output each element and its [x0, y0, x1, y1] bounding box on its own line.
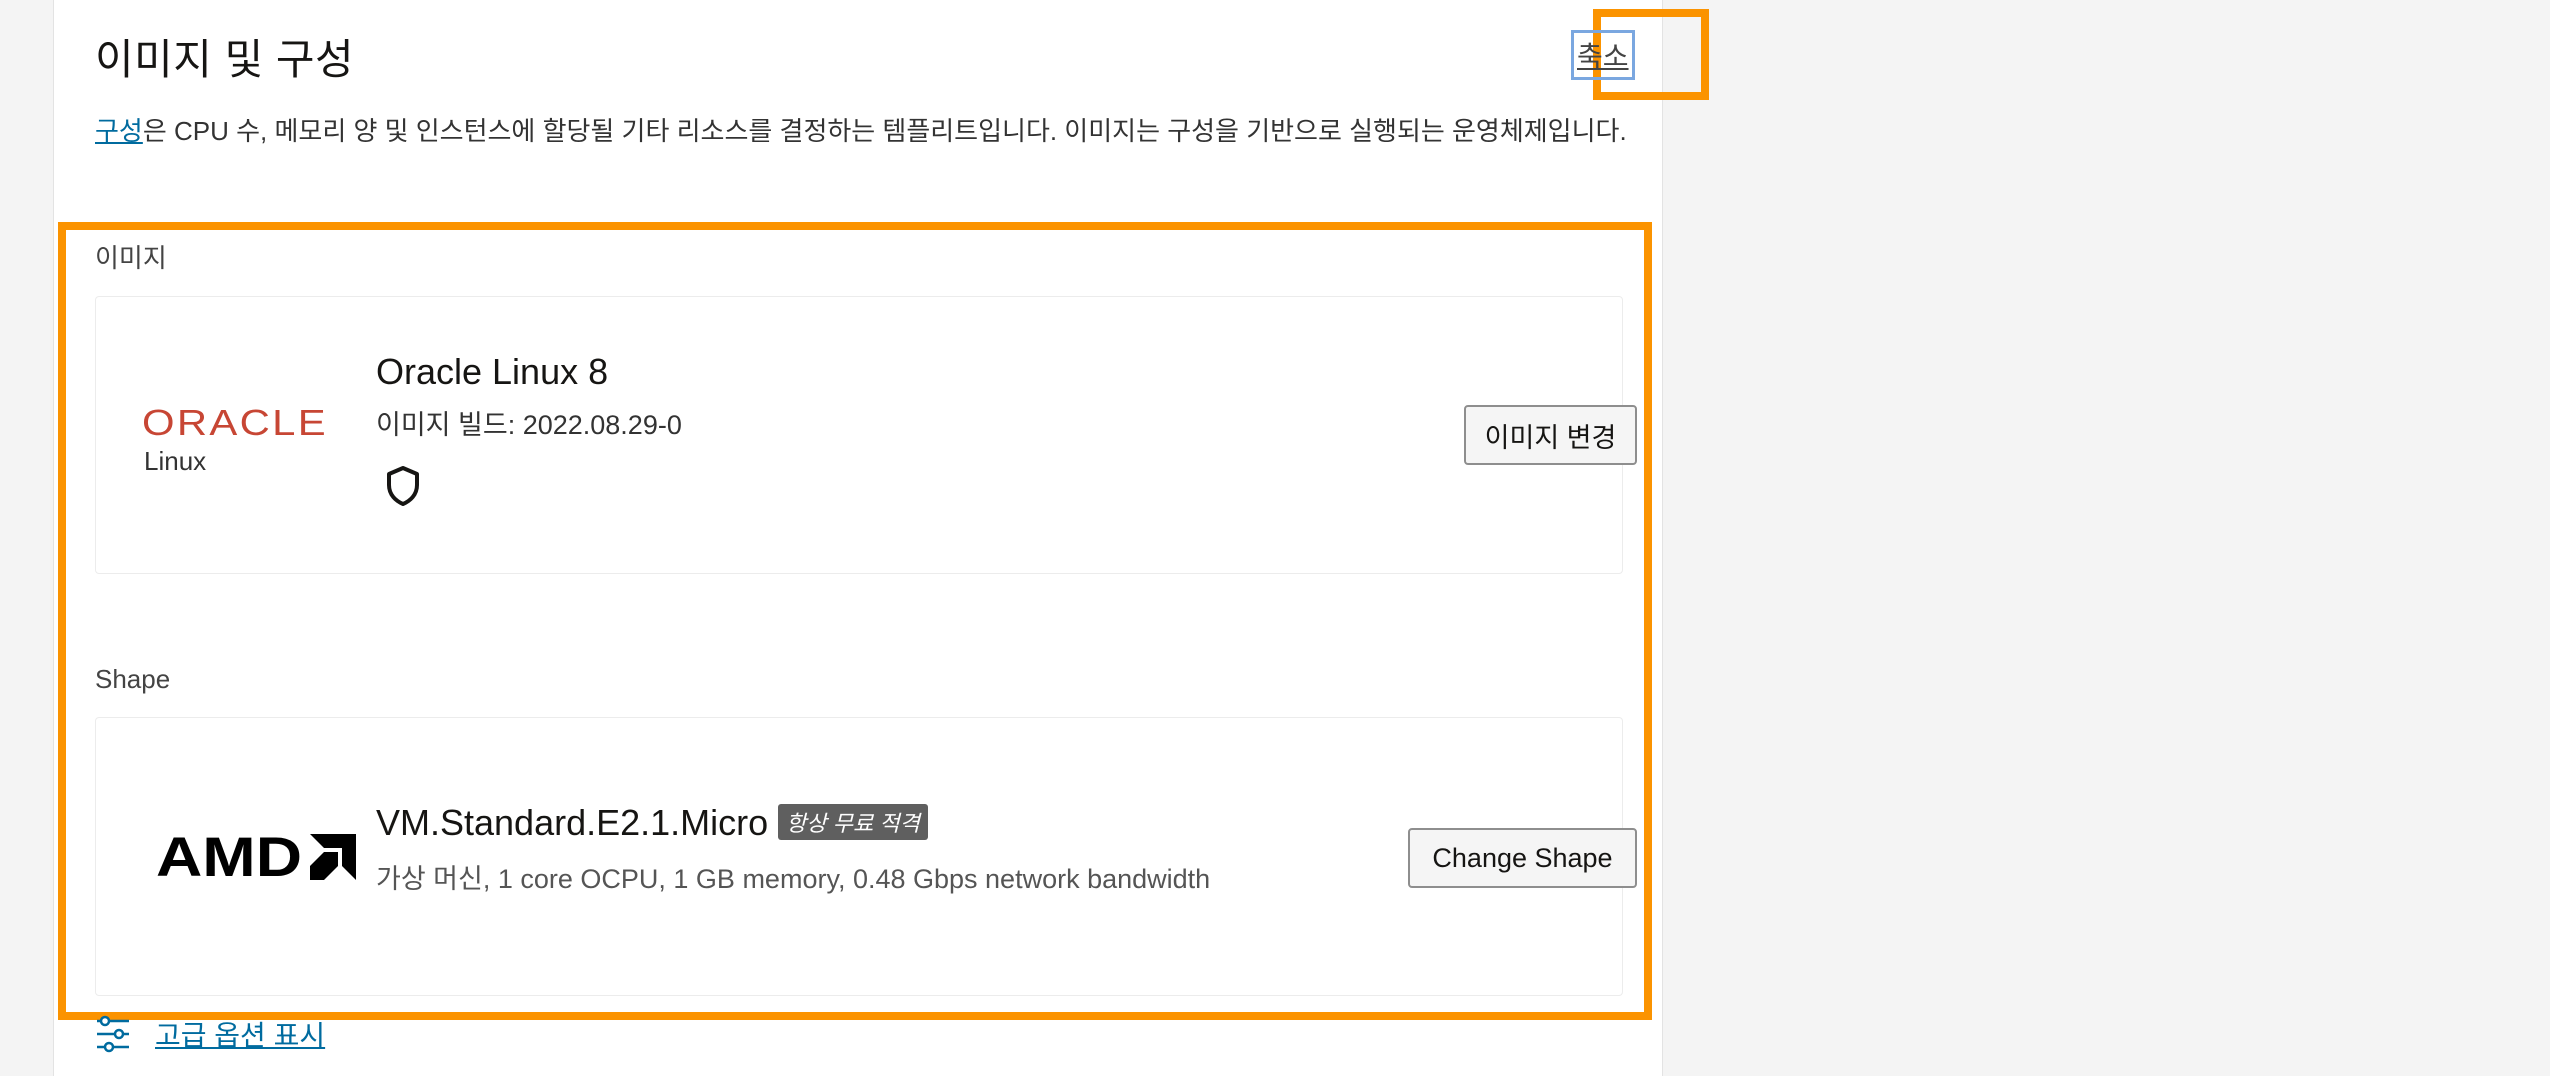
- amd-logo-text: AMD: [156, 832, 302, 882]
- amd-logo: AMD: [156, 825, 358, 888]
- section-description: 구성은 CPU 수, 메모리 양 및 인스턴스에 할당될 기타 리소스를 결정하…: [95, 114, 1665, 149]
- collapse-link[interactable]: 축소: [1571, 30, 1635, 80]
- image-section-label: 이미지: [95, 243, 167, 273]
- show-advanced-options[interactable]: 고급 옵션 표시: [95, 1014, 325, 1054]
- image-and-shape-panel: 이미지 및 구성 축소 구성은 CPU 수, 메모리 양 및 인스턴스에 할당될…: [53, 0, 1709, 1076]
- change-image-button[interactable]: 이미지 변경: [1464, 405, 1637, 465]
- image-card: ORACLE Linux Oracle Linux 8 이미지 빌드: 2022…: [95, 296, 1637, 574]
- shape-card: AMD VM.Standard.E2.1.Micro 항상 무료 적격 가상 머신…: [95, 717, 1637, 996]
- linux-logo-text: Linux: [144, 446, 207, 476]
- show-advanced-options-label[interactable]: 고급 옵션 표시: [155, 1014, 325, 1054]
- shape-name: VM.Standard.E2.1.Micro: [376, 802, 769, 843]
- oracle-logo-mark: ORACLE: [142, 402, 328, 443]
- oracle-linux-logo: ORACLE Linux: [142, 402, 332, 476]
- oracle-logo-text: ORACLE: [142, 404, 328, 443]
- always-free-badge: 항상 무료 적격: [778, 804, 928, 840]
- description-text: 은 CPU 수, 메모리 양 및 인스턴스에 할당될 기타 리소스를 결정하는 …: [142, 116, 1627, 146]
- shape-details: 가상 머신, 1 core OCPU, 1 GB memory, 0.48 Gb…: [376, 864, 1211, 894]
- image-name: Oracle Linux 8: [376, 351, 609, 392]
- shape-section-label: Shape: [95, 664, 171, 694]
- shape-name-row: VM.Standard.E2.1.Micro 항상 무료 적격: [376, 802, 928, 844]
- sliders-icon: [97, 1015, 129, 1053]
- section-title: 이미지 및 구성: [95, 36, 355, 83]
- shield-icon: [387, 466, 419, 506]
- shape-help-link[interactable]: 구성: [95, 116, 143, 146]
- amd-logo-mark: AMD: [156, 825, 356, 888]
- image-build: 이미지 빌드: 2022.08.29-0: [376, 410, 682, 440]
- change-shape-button[interactable]: Change Shape: [1408, 828, 1637, 888]
